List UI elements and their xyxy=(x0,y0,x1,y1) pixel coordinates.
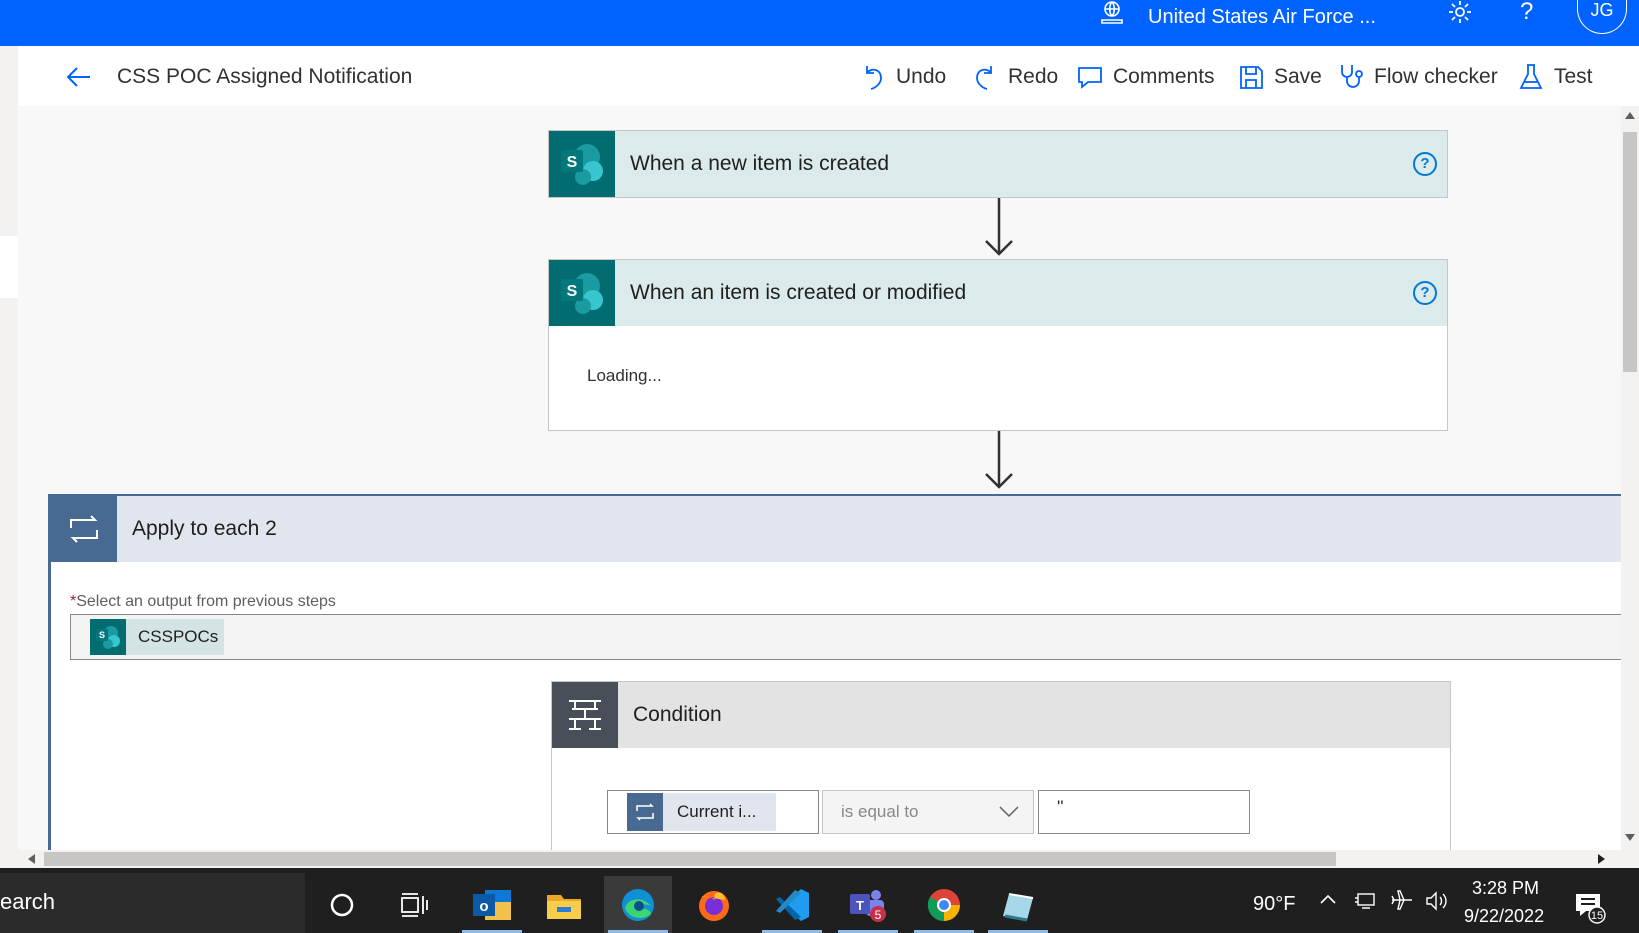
snipping-tool-icon[interactable] xyxy=(984,876,1052,933)
scroll-up-arrow[interactable] xyxy=(1625,112,1635,119)
condition-card[interactable]: Condition Current i... is equal to '' xyxy=(551,681,1451,850)
flow-title: CSS POC Assigned Notification xyxy=(117,65,413,88)
sharepoint-icon: S xyxy=(90,619,126,655)
firefox-icon[interactable] xyxy=(680,876,748,933)
airplane-mode-icon[interactable] xyxy=(1390,888,1414,917)
edge-browser-icon[interactable] xyxy=(604,876,672,933)
clock-time[interactable]: 3:28 PM xyxy=(1472,878,1539,899)
trigger-title: When a new item is created xyxy=(630,152,890,175)
condition-right-operand[interactable]: '' xyxy=(1038,790,1250,834)
notification-center-icon[interactable]: 15 xyxy=(1573,890,1607,924)
outlook-icon[interactable]: o xyxy=(458,876,526,933)
current-item-token[interactable]: Current i... xyxy=(627,793,777,831)
undo-icon xyxy=(866,66,882,90)
clock-date[interactable]: 9/22/2022 xyxy=(1464,906,1544,927)
comments-label: Comments xyxy=(1113,65,1215,88)
vertical-scroll-thumb[interactable] xyxy=(1623,132,1637,372)
condition-header[interactable]: Condition xyxy=(552,682,1450,748)
redo-icon xyxy=(976,66,992,90)
save-button[interactable]: Save xyxy=(1238,60,1322,94)
test-label: Test xyxy=(1554,65,1593,88)
left-nav-strip xyxy=(0,46,18,868)
environment-icon[interactable] xyxy=(1099,0,1125,26)
top-bar xyxy=(0,0,1639,46)
token-label: CSSPOCs xyxy=(138,627,219,646)
operator-label: is equal to xyxy=(841,802,919,821)
flow-checker-label: Flow checker xyxy=(1374,65,1498,88)
help-icon[interactable]: ? xyxy=(1520,0,1533,26)
chevron-up-icon[interactable] xyxy=(1318,890,1338,915)
vertical-scrollbar[interactable] xyxy=(1621,106,1639,850)
apply-to-each-title: Apply to each 2 xyxy=(132,517,277,540)
cortana-icon[interactable] xyxy=(308,876,376,933)
help-circle-icon[interactable]: ? xyxy=(1413,152,1437,176)
help-circle-icon[interactable]: ? xyxy=(1413,281,1437,305)
output-field-label-text: Select an output from previous steps xyxy=(76,593,336,610)
comment-icon xyxy=(1078,67,1102,89)
output-field-input[interactable]: S CSSPOCs xyxy=(70,614,1621,660)
svg-text:o: o xyxy=(479,898,488,915)
flask-icon xyxy=(1519,64,1543,89)
redo-label: Redo xyxy=(1008,65,1059,88)
redo-button[interactable]: Redo xyxy=(972,60,1058,94)
apply-to-each-container[interactable]: Apply to each 2 *Select an output from p… xyxy=(48,494,1621,850)
svg-text:S: S xyxy=(567,283,578,300)
output-field-label: *Select an output from previous steps xyxy=(70,593,336,611)
file-explorer-icon[interactable] xyxy=(530,876,598,933)
undo-label: Undo xyxy=(896,65,947,88)
trigger-header[interactable]: S When a new item is created xyxy=(549,131,1447,197)
horizontal-scrollbar[interactable] xyxy=(18,850,1621,868)
volume-icon[interactable] xyxy=(1424,890,1448,917)
network-icon[interactable] xyxy=(1353,890,1377,917)
loading-text: Loading... xyxy=(587,366,662,385)
connector-arrow[interactable] xyxy=(981,431,1017,491)
designer-canvas[interactable]: S When a new item is created ? S When an… xyxy=(18,106,1621,850)
connector-arrow[interactable] xyxy=(981,198,1017,258)
test-button[interactable]: Test xyxy=(1518,60,1593,94)
step-card-created-or-modified[interactable]: S When an item is created or modified ? … xyxy=(548,259,1448,431)
scroll-right-arrow[interactable] xyxy=(1598,854,1605,864)
condition-icon xyxy=(552,682,618,748)
flow-checker-button[interactable]: Flow checker xyxy=(1338,60,1498,94)
apply-to-each-header[interactable]: Apply to each 2 xyxy=(51,496,1621,562)
sharepoint-icon: S xyxy=(549,131,615,197)
sharepoint-icon: S xyxy=(549,260,615,326)
back-arrow-icon[interactable] xyxy=(64,62,94,92)
svg-text:S: S xyxy=(567,154,578,171)
stethoscope-icon xyxy=(1341,65,1363,88)
comments-button[interactable]: Comments xyxy=(1077,60,1215,94)
condition-operator-dropdown[interactable]: is equal to xyxy=(822,790,1034,834)
taskbar-search-box[interactable]: earch xyxy=(0,873,305,933)
svg-text:S: S xyxy=(99,630,105,640)
svg-text:15: 15 xyxy=(1591,910,1603,922)
undo-button[interactable]: Undo xyxy=(860,60,946,94)
save-icon xyxy=(1240,66,1263,89)
loop-icon xyxy=(51,496,117,562)
vscode-icon[interactable] xyxy=(758,876,826,933)
environment-name[interactable]: United States Air Force ... xyxy=(1148,6,1376,29)
scroll-down-arrow[interactable] xyxy=(1625,834,1635,841)
trigger-card[interactable]: S When a new item is created ? xyxy=(548,130,1448,198)
svg-text:T: T xyxy=(856,898,864,913)
task-view-icon[interactable] xyxy=(380,876,448,933)
chevron-down-icon xyxy=(999,806,1019,818)
csspocs-token[interactable]: S CSSPOCs xyxy=(90,619,225,655)
teams-icon[interactable]: T5 xyxy=(834,876,902,933)
condition-title: Condition xyxy=(633,703,722,726)
settings-gear-icon[interactable] xyxy=(1446,0,1474,24)
chrome-icon[interactable] xyxy=(910,876,978,933)
scroll-left-arrow[interactable] xyxy=(28,854,35,864)
svg-text:5: 5 xyxy=(875,908,882,922)
step2-header[interactable]: S When an item is created or modified xyxy=(549,260,1447,326)
left-nav-item[interactable] xyxy=(0,236,18,298)
loop-icon xyxy=(627,793,663,831)
condition-left-operand[interactable]: Current i... xyxy=(607,790,819,834)
horizontal-scroll-thumb[interactable] xyxy=(44,852,1336,866)
save-label: Save xyxy=(1274,65,1322,88)
weather-temperature[interactable]: 90°F xyxy=(1253,893,1295,916)
step2-title: When an item is created or modified xyxy=(630,281,967,304)
token-label: Current i... xyxy=(677,802,757,821)
